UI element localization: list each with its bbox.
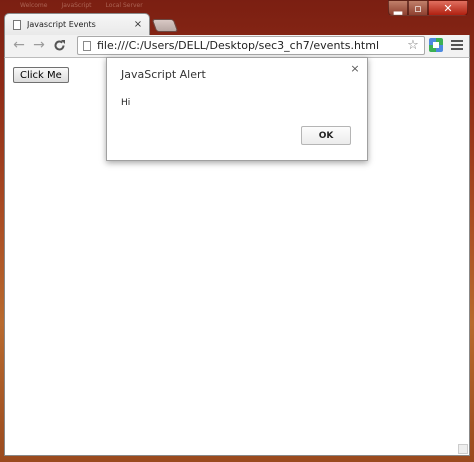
background-title-text: Welcome JavaScript Local Server [20,2,143,9]
reload-button[interactable] [51,37,67,53]
ok-button[interactable]: OK [301,126,351,145]
alert-message: Hi [121,98,131,108]
javascript-alert-dialog: JavaScript Alert × Hi OK [106,57,368,161]
url-text[interactable]: file:///C:/Users/DELL/Desktop/sec3_ch7/e… [97,39,405,52]
tab-javascript-events[interactable]: Javascript Events × [4,13,150,35]
page-icon [13,19,21,30]
bg-tab-label-3: Local Server [105,2,143,9]
click-me-button[interactable]: Click Me [13,67,69,83]
bookmark-star-icon[interactable]: ☆ [405,38,421,53]
new-tab-button[interactable] [151,19,179,32]
browser-toolbar: ← → file:///C:/Users/DELL/Desktop/sec3_c… [4,35,470,57]
hamburger-menu-icon[interactable] [450,38,464,52]
forward-button[interactable]: → [31,37,47,53]
file-icon [83,40,91,51]
bg-tab-label-2: JavaScript [61,2,92,9]
reload-icon [54,39,65,50]
drive-extension-icon[interactable] [429,38,443,52]
back-button[interactable]: ← [11,37,27,53]
resize-handle[interactable] [458,444,468,454]
window-controls: ▂ ▫ ✕ [388,0,468,16]
close-window-button[interactable]: ✕ [428,0,468,16]
alert-title: JavaScript Alert [121,68,206,81]
alert-close-icon[interactable]: × [349,63,361,75]
minimize-button[interactable]: ▂ [388,0,408,16]
tab-title: Javascript Events [27,20,96,29]
browser-window: Welcome JavaScript Local Server ▂ ▫ ✕ Ja… [0,0,474,462]
maximize-button[interactable]: ▫ [408,0,428,16]
tab-close-icon[interactable]: × [131,19,145,30]
address-bar[interactable]: file:///C:/Users/DELL/Desktop/sec3_ch7/e… [77,36,425,55]
bg-tab-label-1: Welcome [20,2,48,9]
